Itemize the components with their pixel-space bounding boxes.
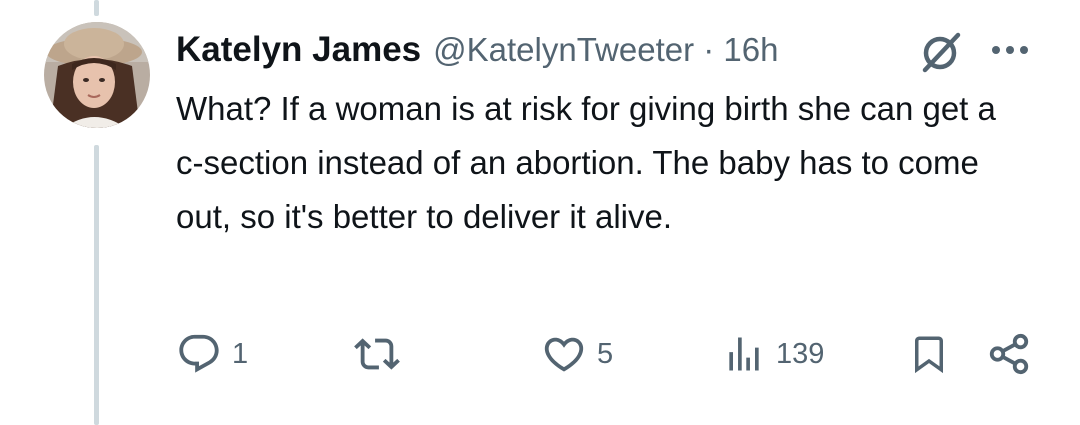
share-icon <box>989 333 1029 375</box>
author-name[interactable]: Katelyn James <box>176 30 421 70</box>
like-button[interactable]: 5 <box>541 330 613 378</box>
views-count: 139 <box>776 337 825 370</box>
like-count: 5 <box>597 337 614 370</box>
reply-icon <box>179 334 219 373</box>
more-icon[interactable] <box>990 40 1030 60</box>
author-handle-and-time[interactable]: @KatelynTweeter · 16h <box>433 31 778 69</box>
bookmark-icon <box>915 336 943 374</box>
grok-icon[interactable] <box>916 30 964 74</box>
views-button[interactable]: 139 <box>722 330 824 378</box>
views-icon <box>729 337 759 371</box>
share-button[interactable] <box>986 330 1032 378</box>
bookmark-button[interactable] <box>908 330 950 378</box>
avatar-photo <box>44 22 150 128</box>
thread-line-bottom <box>94 145 99 425</box>
heart-icon <box>544 337 584 372</box>
reply-button[interactable]: 1 <box>176 330 248 378</box>
thread-line-top <box>94 0 99 16</box>
tweet-header: Katelyn James @KatelynTweeter · 16h <box>176 26 778 74</box>
retweet-button[interactable] <box>353 330 401 378</box>
avatar[interactable] <box>44 22 150 128</box>
reply-count: 1 <box>232 337 249 370</box>
tweet-text: What? If a woman is at risk for giving b… <box>176 90 996 235</box>
retweet-icon <box>354 338 400 370</box>
